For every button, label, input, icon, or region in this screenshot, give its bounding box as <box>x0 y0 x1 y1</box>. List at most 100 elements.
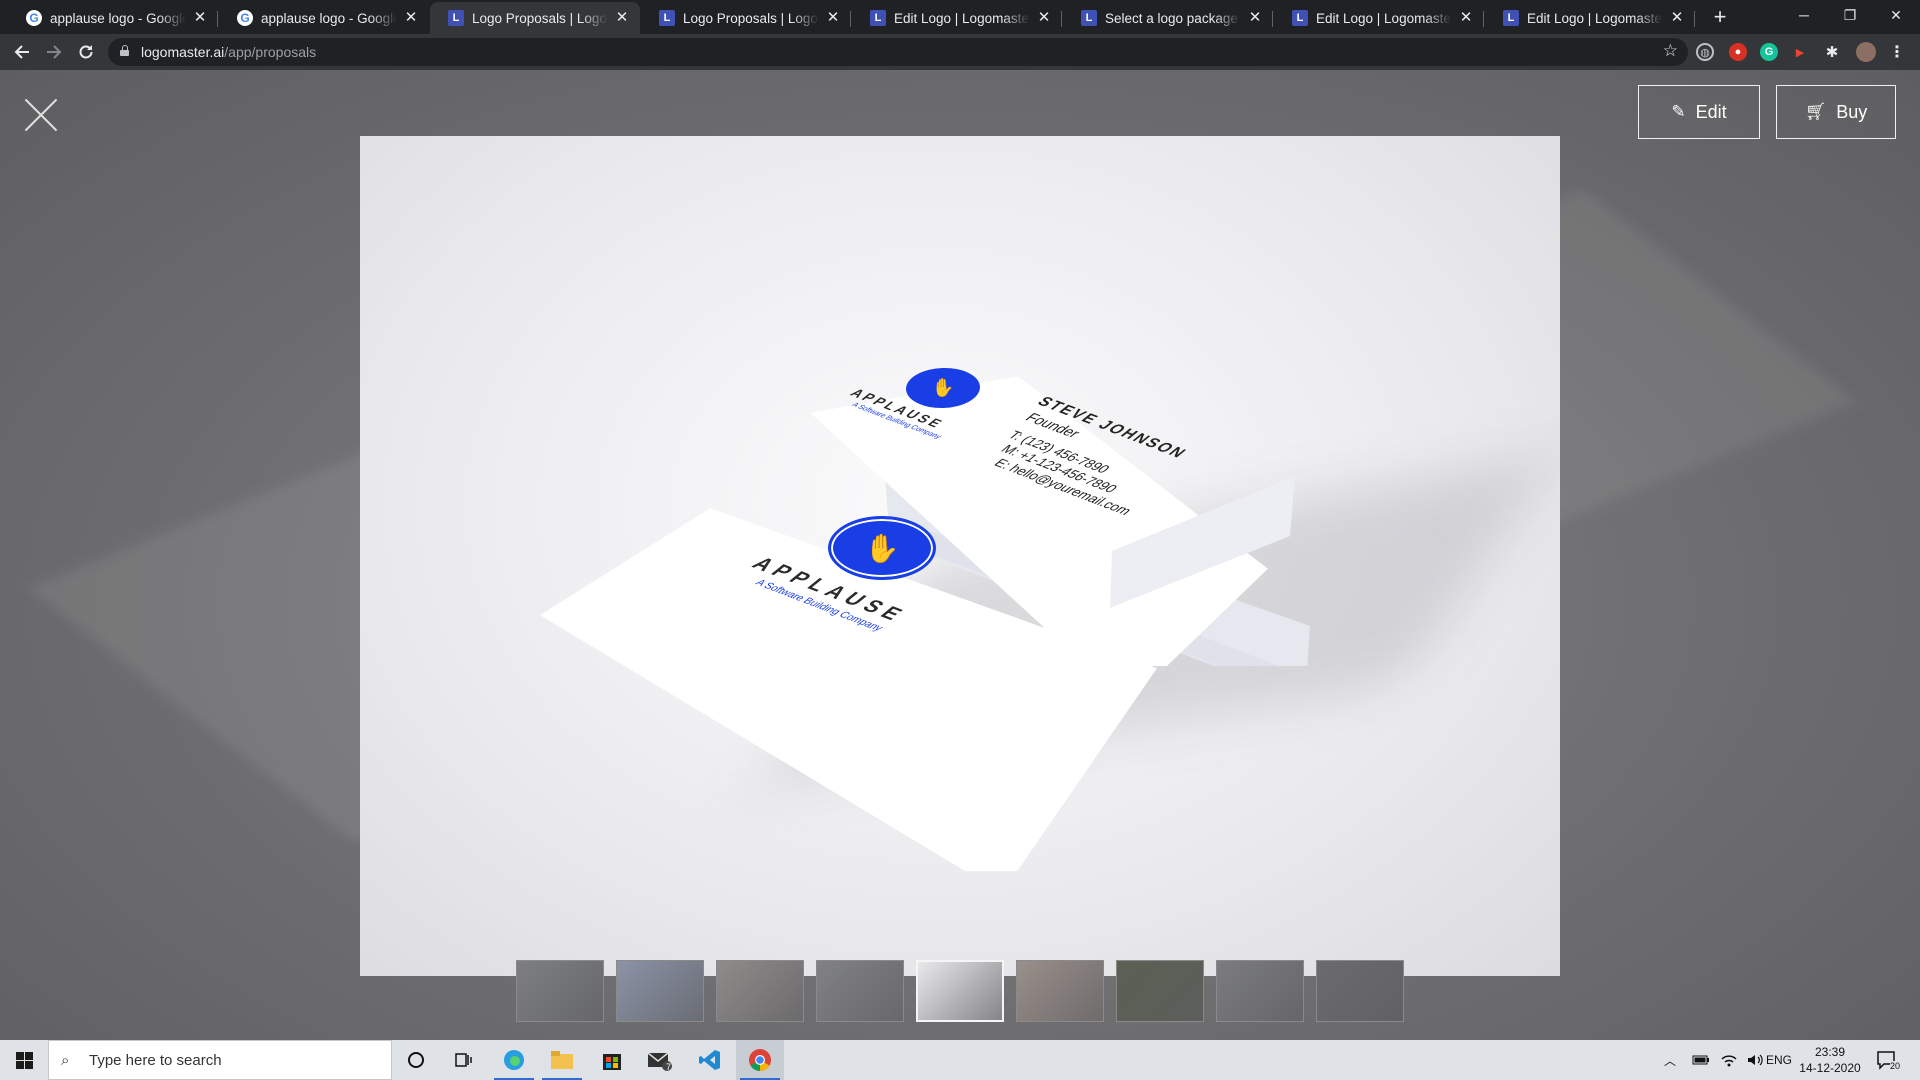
tab-title: Logo Proposals | Logomaster.ai <box>472 10 608 26</box>
tab-separator <box>850 11 851 27</box>
extensions-puzzle-icon[interactable]: ✱ <box>1823 43 1841 61</box>
window-close-button[interactable]: ✕ <box>1873 0 1919 30</box>
logomaster-icon: L <box>448 10 464 26</box>
browser-tab[interactable]: L Edit Logo | Logomaster: Online ✕ <box>852 2 1062 34</box>
task-view-icon[interactable] <box>440 1040 488 1080</box>
windows-logo-icon <box>15 1051 33 1069</box>
close-tab-icon[interactable]: ✕ <box>1669 10 1685 26</box>
thumbnail-business-card-mockup[interactable] <box>916 960 1004 1022</box>
tab-title: Edit Logo | Logomaster: Online <box>1527 10 1663 26</box>
tab-separator <box>1061 11 1062 27</box>
browser-tab[interactable]: L Logo Proposals | Logomaster.ai ✕ <box>641 2 851 34</box>
clock[interactable]: 23:39 14-12-2020 <box>1798 1040 1862 1080</box>
buy-button[interactable]: 🛒︎ Buy <box>1776 85 1896 139</box>
cart-icon: 🛒︎ <box>1804 102 1827 121</box>
tab-separator <box>1272 11 1273 27</box>
globe-extension-icon[interactable]: ◍ <box>1696 43 1714 61</box>
notification-count: 20 <box>1890 1061 1901 1071</box>
logomaster-icon: L <box>1081 10 1097 26</box>
close-tab-icon[interactable]: ✕ <box>192 10 208 26</box>
minimize-button[interactable]: ─ <box>1781 0 1827 30</box>
tab-title: applause logo - Google Search <box>261 10 397 26</box>
restore-button[interactable]: ❐ <box>1827 0 1873 30</box>
mockup-preview-modal: ✎ Edit 🛒︎ Buy ✋ APPLAUSE A Software Buil… <box>0 70 1920 1040</box>
google-icon: G <box>26 10 42 26</box>
thumbnail-phone-mockup[interactable] <box>616 960 704 1022</box>
close-tab-icon[interactable]: ✕ <box>1458 10 1474 26</box>
thumbnail-hand-mockup[interactable] <box>716 960 804 1022</box>
store-icon[interactable] <box>588 1040 636 1080</box>
tab-title: Select a logo package | Logomaster <box>1105 10 1241 26</box>
profile-avatar[interactable] <box>1856 42 1876 62</box>
new-tab-button[interactable]: + <box>1706 4 1734 32</box>
tab-separator <box>1694 11 1695 27</box>
close-tab-icon[interactable]: ✕ <box>1036 10 1052 26</box>
mail-badge: 7 <box>666 1062 672 1072</box>
thumbnail-stationery-mockup[interactable] <box>1016 960 1104 1022</box>
tab-separator <box>217 11 218 27</box>
edit-button[interactable]: ✎ Edit <box>1638 85 1760 139</box>
wifi-icon[interactable] <box>1720 1040 1738 1080</box>
mail-icon[interactable]: 7 <box>636 1040 684 1080</box>
hand-clap-logo-icon: ✋ <box>828 516 936 580</box>
mockup-thumbnail-strip <box>516 960 1404 1022</box>
start-button[interactable] <box>0 1040 48 1080</box>
browser-tab[interactable]: Gapplause logo - Google Search ✕ <box>219 2 429 34</box>
cortana-icon[interactable] <box>392 1040 440 1080</box>
browser-tab[interactable]: L Edit Logo | Logomaster: Online ✕ <box>1485 2 1695 34</box>
tab-title: Edit Logo | Logomaster: Online <box>1316 10 1452 26</box>
reload-icon <box>79 45 93 59</box>
tab-title: Logo Proposals | Logomaster.ai <box>683 10 819 26</box>
logomaster-icon: L <box>1292 10 1308 26</box>
chrome-menu-icon[interactable]: ⋮ <box>1888 43 1906 61</box>
tab-separator <box>1483 11 1484 27</box>
browser-tab[interactable]: L Select a logo package | Logomaster ✕ <box>1063 2 1273 34</box>
tab-title: applause logo - Google Search <box>50 10 186 26</box>
business-card-mockup-image: ✋ APPLAUSE A Software Building Company S… <box>360 136 1560 976</box>
close-tab-icon[interactable]: ✕ <box>403 10 419 26</box>
tab-title: Edit Logo | Logomaster: Online <box>894 10 1030 26</box>
red-extension-icon[interactable]: ● <box>1729 43 1747 61</box>
notification-center-icon[interactable]: 20 <box>1876 1040 1901 1080</box>
thumbnail-dark-mockup[interactable] <box>1316 960 1404 1022</box>
browser-tab[interactable]: Gapplause logo - Google Search ✕ <box>8 2 218 34</box>
forward-arrow-icon <box>47 45 62 59</box>
google-icon: G <box>237 10 253 26</box>
vscode-icon[interactable] <box>686 1040 734 1080</box>
search-icon: ⌕ <box>61 1051 70 1069</box>
forward-button[interactable] <box>40 38 68 66</box>
chrome-icon[interactable] <box>736 1040 784 1080</box>
reload-button[interactable] <box>72 38 100 66</box>
edit-icon: ✎ <box>1671 102 1686 121</box>
thumbnail-sign-mockup[interactable] <box>516 960 604 1022</box>
thumbnail-storefront-mockup[interactable] <box>1116 960 1204 1022</box>
bookmark-star-icon[interactable]: ☆ <box>1663 41 1678 61</box>
back-arrow-icon <box>14 45 29 59</box>
volume-icon[interactable] <box>1746 1040 1764 1080</box>
grammarly-icon[interactable]: G <box>1760 43 1778 61</box>
logomaster-icon: L <box>870 10 886 26</box>
close-tab-icon[interactable]: ✕ <box>614 10 630 26</box>
language-indicator[interactable]: ENG <box>1766 1040 1792 1080</box>
browser-tab[interactable]: L Edit Logo | Logomaster: Online ✕ <box>1274 2 1484 34</box>
thumbnail-bag-mockup[interactable] <box>816 960 904 1022</box>
file-explorer-icon[interactable] <box>538 1040 586 1080</box>
address-bar[interactable]: logomaster.ai/app/proposals ☆ <box>108 38 1688 66</box>
taskbar-search-box[interactable]: ⌕ Type here to search <box>48 1040 392 1080</box>
logomaster-icon: L <box>659 10 675 26</box>
close-tab-icon[interactable]: ✕ <box>825 10 841 26</box>
thumbnail-tshirt-mockup[interactable] <box>1216 960 1304 1022</box>
logomaster-icon: L <box>1503 10 1519 26</box>
back-button[interactable] <box>8 38 36 66</box>
close-modal-button[interactable] <box>22 96 60 134</box>
tab-strip: Gapplause logo - Google Search✕Gapplause… <box>0 0 1920 34</box>
video-extension-icon[interactable]: ▶ <box>1791 43 1809 61</box>
url-text: logomaster.ai/app/proposals <box>141 44 317 60</box>
close-tab-icon[interactable]: ✕ <box>1247 10 1263 26</box>
windows-taskbar: ⌕ Type here to search 7 ︿ ENG 23:39 14-1… <box>0 1040 1920 1080</box>
lock-icon <box>120 45 129 56</box>
tray-chevron-icon[interactable]: ︿ <box>1664 1040 1676 1080</box>
battery-icon[interactable] <box>1692 1040 1710 1080</box>
edge-icon[interactable] <box>490 1040 538 1080</box>
browser-tab[interactable]: L Logo Proposals | Logomaster.ai ✕ <box>430 2 640 34</box>
